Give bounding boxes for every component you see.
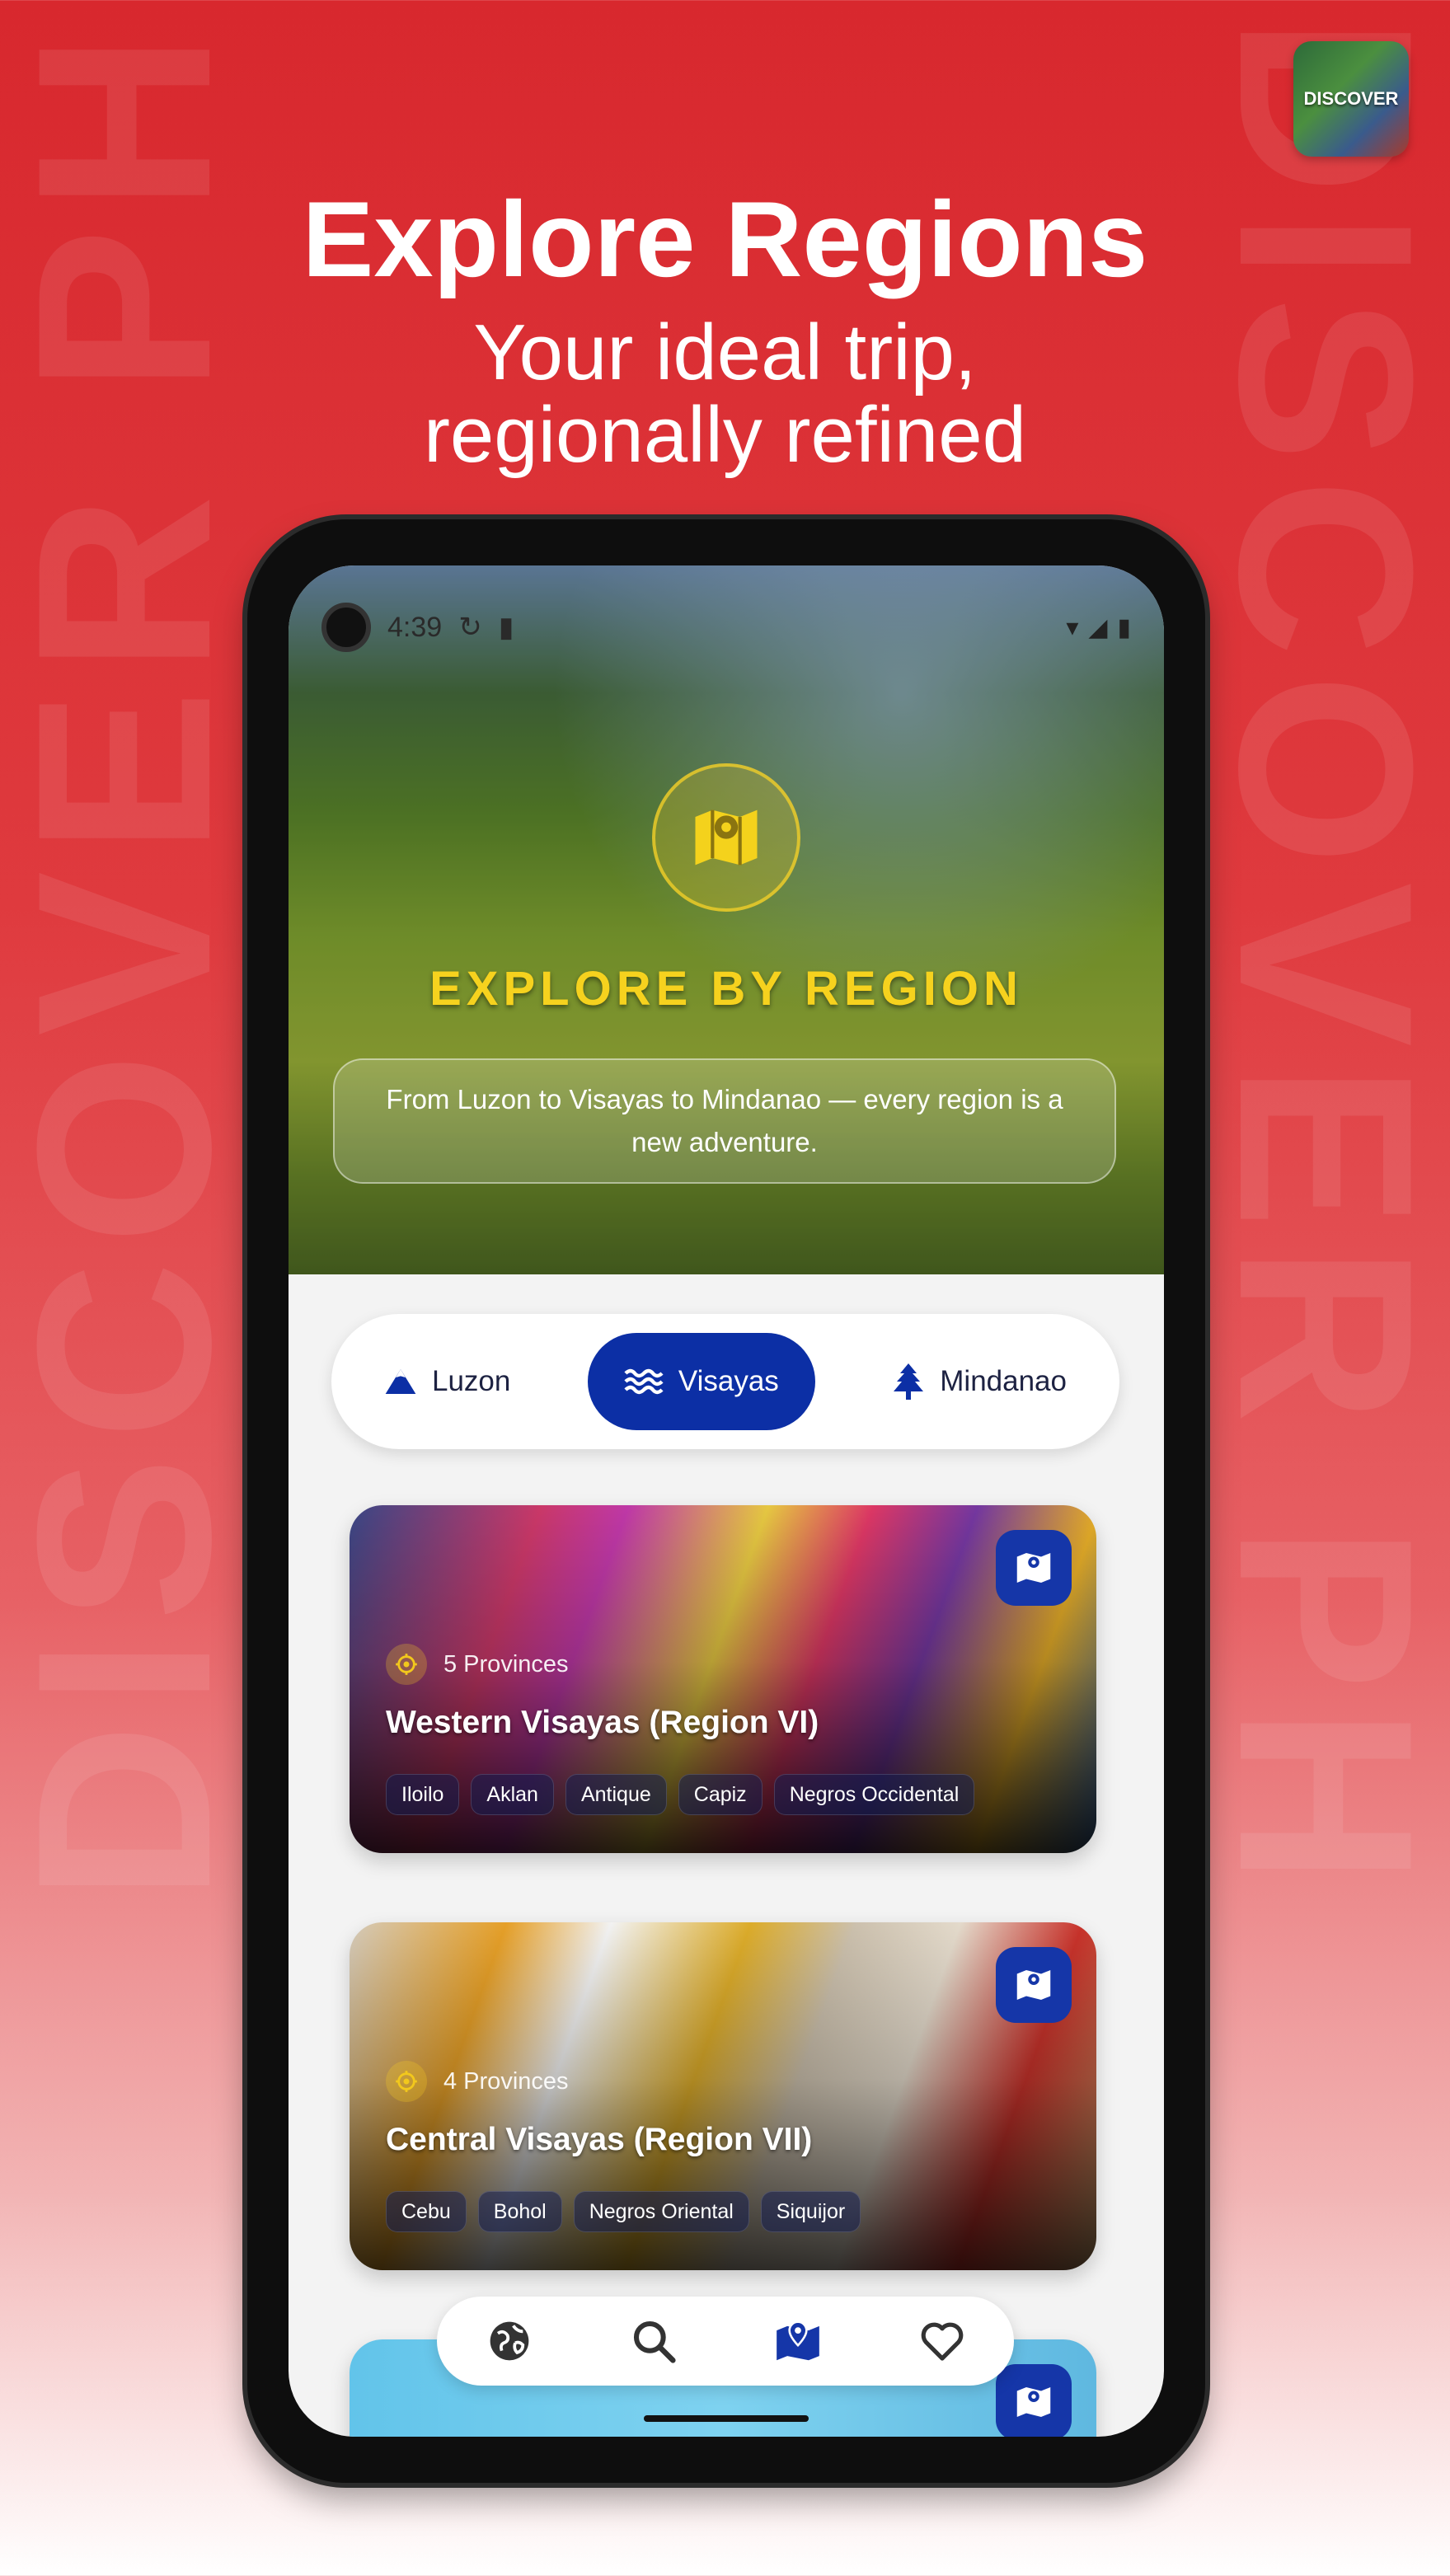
location-pin-icon	[386, 2061, 427, 2102]
globe-icon	[490, 2321, 528, 2361]
province-chip[interactable]: Bohol	[477, 2191, 562, 2232]
tab-visayas[interactable]: Visayas	[587, 1333, 815, 1430]
battery-icon: ▮	[1117, 613, 1131, 641]
watermark-left: DISCOVER PH	[0, 16, 262, 1903]
tree-icon	[894, 1363, 924, 1400]
card-title: Western Visayas (Region VI)	[386, 1705, 819, 1740]
province-chip[interactable]: Cebu	[386, 2191, 467, 2232]
waves-icon	[624, 1368, 664, 1395]
camera-cutout	[321, 603, 371, 652]
card-province-count-label: 5 Provinces	[443, 1650, 569, 1677]
tab-visayas-label: Visayas	[678, 1365, 779, 1397]
region-card-central-visayas[interactable]: 4 Provinces Central Visayas (Region VII)…	[350, 1922, 1096, 2270]
promo-subheadline-line1: Your ideal trip,	[473, 308, 977, 396]
nav-search[interactable]	[621, 2308, 687, 2374]
bottom-nav	[437, 2297, 1014, 2386]
tab-luzon-label: Luzon	[432, 1365, 511, 1397]
province-chip[interactable]: Iloilo	[386, 1774, 460, 1815]
province-chips: Cebu Bohol Negros Oriental Siquijor	[386, 2191, 861, 2232]
province-chip[interactable]: Negros Occidental	[773, 1774, 975, 1815]
status-time: 4:39	[387, 611, 443, 643]
mountain-icon	[385, 1369, 416, 1394]
card-province-count: 4 Provinces	[386, 2061, 569, 2102]
region-tabs: Luzon Visayas Mindanao	[331, 1314, 1119, 1449]
tab-luzon[interactable]: Luzon	[348, 1333, 547, 1430]
map-icon	[776, 2320, 819, 2361]
promo-subheadline: Your ideal trip, regionally refined	[0, 312, 1450, 476]
tab-mindanao[interactable]: Mindanao	[856, 1333, 1103, 1430]
nav-regions[interactable]	[765, 2308, 831, 2374]
tab-mindanao-label: Mindanao	[940, 1365, 1067, 1397]
home-indicator[interactable]	[644, 2415, 809, 2422]
card-title: Central Visayas (Region VII)	[386, 2122, 813, 2157]
search-icon	[633, 2320, 676, 2363]
phone-screen: 4:39 ↻ ▮ ▾ ◢ ▮ EXPLORE BY REGION From Lu…	[289, 565, 1164, 2437]
province-chip[interactable]: Negros Oriental	[573, 2191, 749, 2232]
card-province-count: 5 Provinces	[386, 1644, 569, 1685]
map-pin-icon	[652, 763, 800, 912]
province-chip[interactable]: Siquijor	[760, 2191, 861, 2232]
watermark-right: DISCOVER PH	[1188, 16, 1450, 1903]
map-icon[interactable]	[996, 2364, 1072, 2437]
region-card-western-visayas[interactable]: 5 Provinces Western Visayas (Region VI) …	[350, 1505, 1096, 1853]
promo-headline: Explore Regions	[302, 179, 1148, 299]
status-right: ▾ ◢ ▮	[1066, 613, 1131, 642]
province-chip[interactable]: Antique	[565, 1774, 667, 1815]
card-province-count-label: 4 Provinces	[443, 2067, 569, 2095]
app-logo: DISCOVER	[1293, 41, 1409, 157]
heart-icon	[921, 2322, 963, 2361]
province-chips: Iloilo Aklan Antique Capiz Negros Occide…	[386, 1774, 975, 1815]
nav-favorites[interactable]	[909, 2308, 975, 2374]
nav-explore[interactable]	[476, 2308, 542, 2374]
map-icon[interactable]	[996, 1947, 1072, 2023]
storage-icon: ▮	[498, 612, 514, 643]
map-icon[interactable]	[996, 1530, 1072, 1606]
phone-frame: 4:39 ↻ ▮ ▾ ◢ ▮ EXPLORE BY REGION From Lu…	[247, 519, 1205, 2483]
promo-subheadline-line2: regionally refined	[423, 391, 1027, 479]
signal-icon: ◢	[1088, 613, 1108, 641]
location-pin-icon	[386, 1644, 427, 1685]
province-chip[interactable]: Capiz	[678, 1774, 763, 1815]
sync-icon: ↻	[458, 612, 482, 643]
wifi-icon: ▾	[1066, 613, 1079, 641]
hero-description: From Luzon to Visayas to Mindanao — ever…	[333, 1058, 1116, 1184]
province-chip[interactable]: Aklan	[471, 1774, 554, 1815]
status-bar: 4:39 ↻ ▮ ▾ ◢ ▮	[321, 603, 1131, 652]
app-logo-label: DISCOVER	[1303, 88, 1399, 109]
hero-title: EXPLORE BY REGION	[429, 962, 1023, 1016]
